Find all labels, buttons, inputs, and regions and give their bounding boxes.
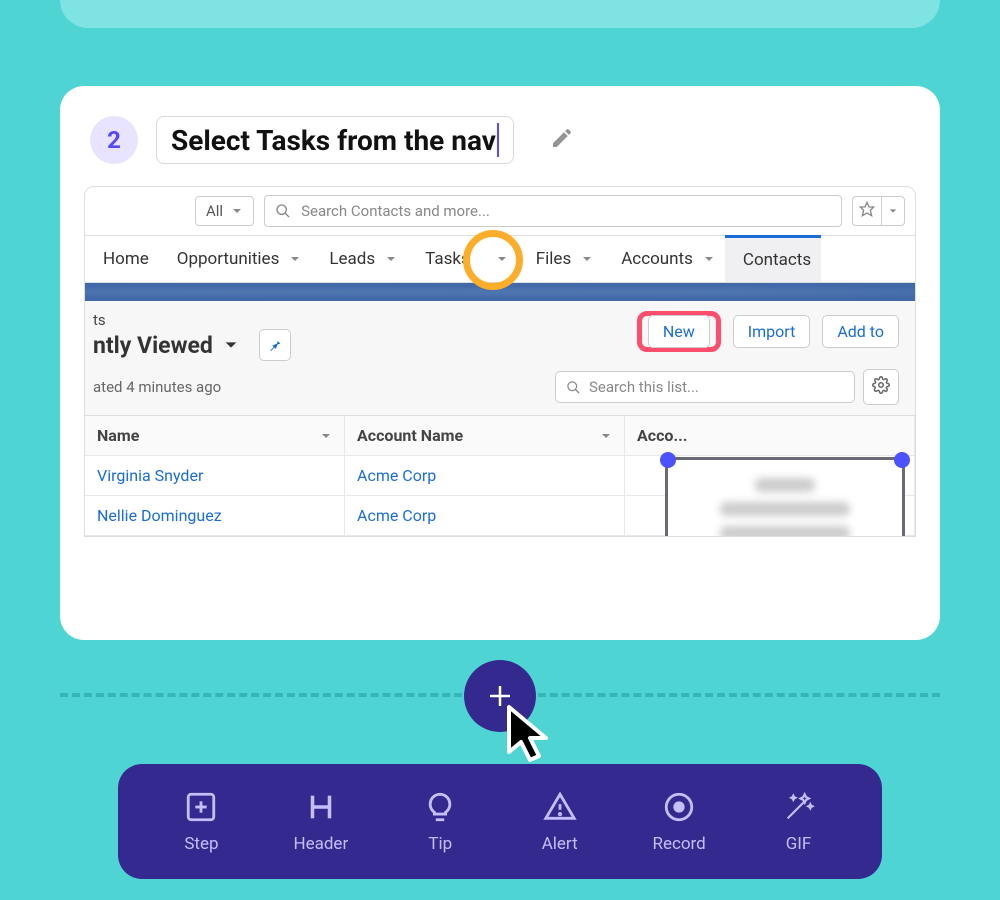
- decorative-band: [85, 283, 915, 301]
- chevron-down-icon: [600, 430, 612, 442]
- alert-icon: [543, 790, 577, 824]
- block-type-toolbar: Step Header Tip Alert Record GIF: [118, 764, 882, 879]
- column-header-name[interactable]: Name: [85, 416, 345, 455]
- step-card: 2 Select Tasks from the nav All Search C…: [60, 86, 940, 640]
- cell-name[interactable]: Virginia Snyder: [85, 456, 345, 495]
- list-settings-button[interactable]: [863, 369, 899, 405]
- magic-wand-icon: [782, 790, 816, 824]
- search-scope-label: All: [206, 202, 223, 220]
- list-view-header: ts ntly Viewed New Import Add to: [85, 301, 915, 415]
- list-view-name-dropdown[interactable]: ntly Viewed: [93, 329, 291, 361]
- nav-leads[interactable]: Leads: [311, 237, 407, 281]
- step-header: 2 Select Tasks from the nav: [60, 116, 940, 186]
- chevron-down-icon: [223, 337, 239, 353]
- favorites-button[interactable]: [852, 196, 905, 226]
- tool-header[interactable]: Header: [275, 790, 367, 854]
- tool-alert[interactable]: Alert: [514, 790, 606, 854]
- record-icon: [662, 790, 696, 824]
- cell-name[interactable]: Nellie Dominguez: [85, 496, 345, 535]
- tool-label: Record: [652, 834, 705, 854]
- list-search-input[interactable]: Search this list...: [555, 371, 855, 403]
- chevron-down-icon: [496, 253, 508, 265]
- page-accent-bar: [60, 0, 940, 28]
- tool-label: Tip: [428, 834, 452, 854]
- tool-label: Header: [293, 834, 348, 854]
- tool-label: GIF: [786, 834, 812, 854]
- tool-tip[interactable]: Tip: [394, 790, 486, 854]
- header-icon: [304, 790, 338, 824]
- new-button-highlight: New: [637, 311, 721, 352]
- chevron-down-icon: [289, 253, 301, 265]
- resize-handle-tr[interactable]: [894, 452, 910, 468]
- blur-selection-box[interactable]: [665, 457, 905, 537]
- import-button[interactable]: Import: [733, 315, 811, 348]
- nav-tasks[interactable]: Tasks: [407, 237, 518, 281]
- pin-button[interactable]: [259, 329, 291, 361]
- chevron-down-icon: [385, 253, 397, 265]
- new-button[interactable]: New: [648, 315, 710, 348]
- sf-topbar: All Search Contacts and more...: [85, 187, 915, 236]
- chevron-down-icon: [231, 205, 243, 217]
- column-header-account-name[interactable]: Account Name: [345, 416, 625, 455]
- nav-home[interactable]: Home: [85, 237, 159, 281]
- step-title-input[interactable]: Select Tasks from the nav: [156, 116, 514, 164]
- search-scope-dropdown[interactable]: All: [195, 196, 254, 226]
- cell-account[interactable]: Acme Corp: [345, 496, 625, 535]
- search-icon: [566, 380, 581, 395]
- blurred-content: [676, 468, 894, 537]
- pencil-icon[interactable]: [550, 126, 574, 154]
- chevron-down-icon: [320, 430, 332, 442]
- table-header-row: Name Account Name Acco...: [85, 416, 915, 456]
- salesforce-window: All Search Contacts and more... Home Opp…: [84, 186, 916, 537]
- column-header-account-extra[interactable]: Acco...: [625, 416, 915, 455]
- text-cursor: [497, 123, 500, 157]
- gear-icon: [872, 376, 890, 394]
- global-search-input[interactable]: Search Contacts and more...: [264, 195, 842, 227]
- pin-icon: [267, 337, 283, 353]
- sf-nav: Home Opportunities Leads Tasks Files Acc…: [85, 236, 915, 283]
- chevron-down-icon: [703, 253, 715, 265]
- tool-label: Step: [184, 834, 218, 854]
- nav-opportunities[interactable]: Opportunities: [159, 237, 312, 281]
- step-icon: [184, 790, 218, 824]
- object-label: ts: [93, 311, 291, 329]
- tool-record[interactable]: Record: [633, 790, 725, 854]
- global-search-placeholder: Search Contacts and more...: [301, 202, 490, 220]
- chevron-down-icon: [581, 253, 593, 265]
- cell-account[interactable]: Acme Corp: [345, 456, 625, 495]
- resize-handle-tl[interactable]: [660, 452, 676, 468]
- tool-step[interactable]: Step: [155, 790, 247, 854]
- step-title-text: Select Tasks from the nav: [171, 124, 496, 157]
- nav-contacts[interactable]: Contacts: [725, 235, 821, 282]
- star-icon: [853, 197, 881, 225]
- tool-label: Alert: [542, 834, 578, 854]
- nav-accounts[interactable]: Accounts: [603, 237, 725, 281]
- last-updated-text: ated 4 minutes ago: [93, 378, 221, 396]
- add-to-button[interactable]: Add to: [822, 315, 899, 348]
- tool-gif[interactable]: GIF: [753, 790, 845, 854]
- nav-files[interactable]: Files: [518, 237, 603, 281]
- lightbulb-icon: [423, 790, 457, 824]
- chevron-down-icon: [881, 197, 904, 225]
- step-number-badge: 2: [90, 116, 138, 164]
- search-icon: [275, 203, 291, 219]
